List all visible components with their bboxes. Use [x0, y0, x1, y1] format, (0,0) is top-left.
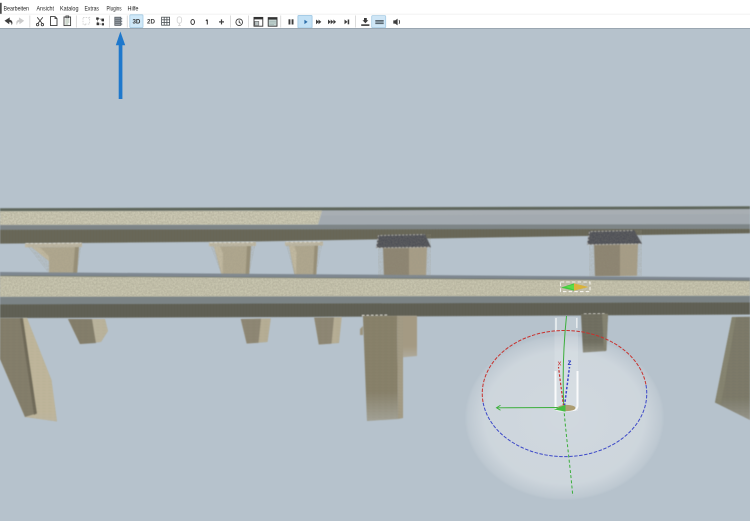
svg-text:Hilfe: Hilfe — [128, 7, 140, 13]
svg-text:Katalog: Katalog — [60, 7, 79, 13]
svg-text:Extras: Extras — [85, 7, 100, 13]
svg-text:Ansicht: Ansicht — [37, 7, 55, 13]
svg-text:Bearbeiten: Bearbeiten — [4, 7, 30, 13]
svg-text:x: x — [558, 359, 562, 368]
svg-text:2D: 2D — [147, 19, 155, 26]
svg-text:z: z — [568, 358, 572, 367]
svg-text:Plugins: Plugins — [107, 7, 122, 13]
svg-text:3D: 3D — [132, 19, 140, 26]
